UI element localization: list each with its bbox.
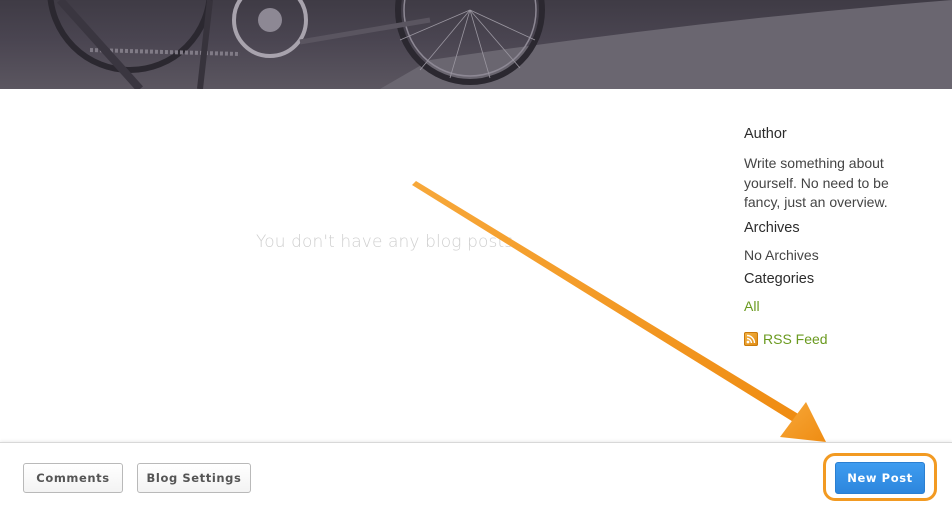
rss-feed-icon [744,332,758,347]
empty-posts-message: You don't have any blog posts [256,232,514,252]
blog-sidebar: Author Write something about yourself. N… [744,124,944,349]
blog-settings-button[interactable]: Blog Settings [137,463,251,493]
new-post-button[interactable]: New Post [835,462,925,494]
author-description: Write something about yourself. No need … [744,155,889,210]
categories-heading: Categories [744,271,815,287]
archives-empty-text: No Archives [744,246,819,263]
archives-heading: Archives [744,219,800,236]
rss-feed-label: RSS Feed [763,330,828,347]
comments-button[interactable]: Comments [23,463,123,493]
blog-editor-page: You don't have any blog posts Author Wri… [0,0,952,506]
bottom-toolbar: Comments Blog Settings New Post [0,442,952,506]
rss-feed-link[interactable]: RSS Feed [744,330,944,350]
bicycle-photo [47,0,952,89]
author-heading: Author [744,126,787,142]
header-image [0,0,952,89]
category-all-link[interactable]: All [744,297,944,317]
